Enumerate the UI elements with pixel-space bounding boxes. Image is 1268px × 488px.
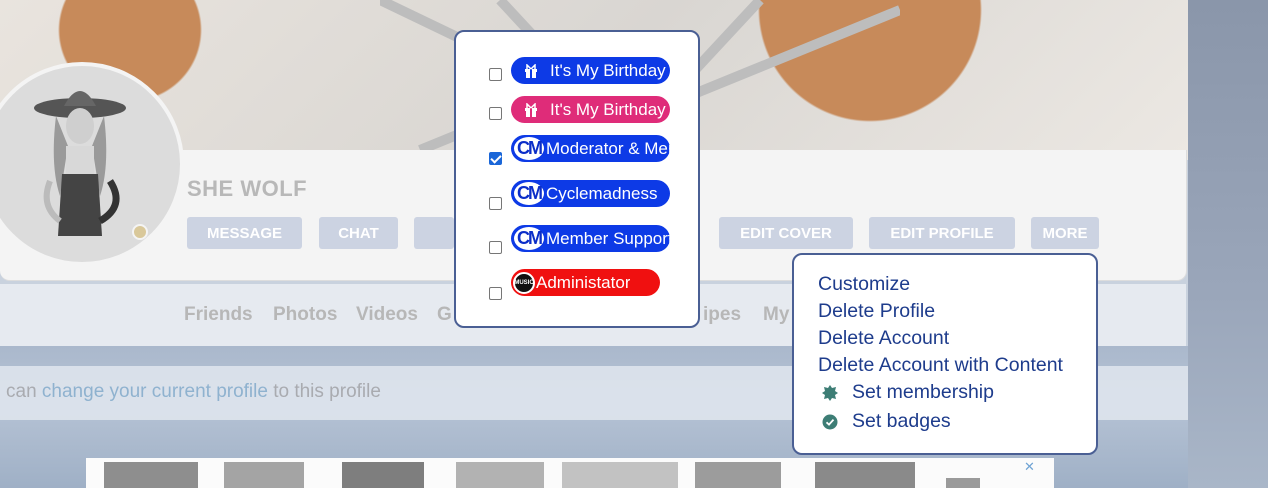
menu-delete-account-with-content[interactable]: Delete Account with Content (818, 354, 1063, 377)
badge-checkbox[interactable] (489, 241, 502, 254)
more-button[interactable]: MORE (1031, 217, 1099, 249)
badge-checkbox[interactable] (489, 287, 502, 300)
ad-thumbnail[interactable] (224, 462, 304, 488)
menu-set-badges[interactable]: Set badges (852, 410, 951, 433)
gift-icon (525, 63, 537, 78)
change-profile-link[interactable]: change your current profile (42, 381, 268, 402)
edit-profile-button[interactable]: EDIT PROFILE (869, 217, 1015, 249)
ad-thumbnail[interactable] (695, 462, 781, 488)
profile-name: SHE WOLF (187, 176, 308, 201)
avatar-photo (34, 91, 126, 236)
badge-label: It's My Birthday (550, 99, 666, 119)
chat-button[interactable]: CHAT (319, 217, 398, 249)
ad-thumbnail[interactable] (946, 478, 980, 488)
nav-recipes[interactable]: ipes (703, 304, 741, 326)
notice-prefix: can (6, 381, 42, 402)
ad-thumbnail[interactable] (562, 462, 678, 488)
online-status-dot (132, 224, 148, 240)
ad-thumbnail[interactable] (104, 462, 198, 488)
action-button-hidden[interactable] (414, 217, 454, 249)
message-button[interactable]: MESSAGE (187, 217, 302, 249)
ad-close-icon[interactable]: ✕ (1024, 459, 1035, 475)
cm-logo-icon: CM (514, 182, 544, 205)
menu-customize[interactable]: Customize (818, 273, 910, 296)
membership-badge-icon (822, 385, 838, 401)
badge-administator[interactable]: MUSIC Administator (511, 269, 660, 296)
notice-text: can change your current profile to this … (6, 381, 381, 403)
menu-delete-account[interactable]: Delete Account (818, 327, 949, 350)
badge-birthday[interactable]: It's My Birthday (511, 57, 670, 84)
ad-thumbnail[interactable] (815, 462, 915, 488)
gift-icon (525, 102, 537, 117)
music-icon: MUSIC (513, 271, 535, 294)
badge-checkbox[interactable] (489, 68, 502, 81)
check-circle-icon (822, 414, 838, 430)
badge-cyclemadness[interactable]: CM Cyclemadness (511, 180, 670, 207)
cm-logo-icon: CM (514, 227, 544, 250)
ad-thumbnail[interactable] (342, 462, 424, 488)
badge-checkbox[interactable] (489, 197, 502, 210)
badge-label: Moderator & Member (546, 138, 670, 158)
nav-friends[interactable]: Friends (184, 304, 253, 326)
page-background (1188, 0, 1268, 488)
notice-suffix: to this profile (267, 381, 381, 402)
badge-moderator[interactable]: CM Moderator & Member (511, 135, 670, 162)
badge-member-support[interactable]: CM Member Support (511, 225, 670, 252)
badge-label: Member Support (546, 228, 670, 248)
badge-label: Administator (536, 272, 631, 292)
edit-cover-button[interactable]: EDIT COVER (719, 217, 853, 249)
badge-checkbox[interactable] (489, 107, 502, 120)
badge-label: Cyclemadness (546, 183, 658, 203)
badge-label: It's My Birthday (550, 60, 666, 80)
badge-checkbox-checked[interactable] (489, 152, 502, 165)
menu-delete-profile[interactable]: Delete Profile (818, 300, 935, 323)
nav-photos[interactable]: Photos (273, 304, 337, 326)
ad-thumbnail[interactable] (456, 462, 544, 488)
badge-birthday-pink[interactable]: It's My Birthday (511, 96, 670, 123)
nav-groups[interactable]: G (437, 304, 452, 326)
menu-set-membership[interactable]: Set membership (852, 381, 994, 404)
nav-videos[interactable]: Videos (356, 304, 418, 326)
nav-my[interactable]: My (763, 304, 789, 326)
cm-logo-icon: CM (514, 137, 544, 160)
